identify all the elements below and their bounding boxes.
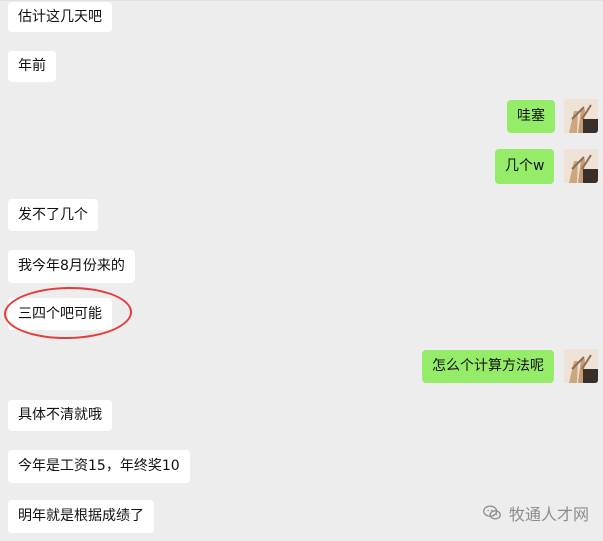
user-avatar[interactable] bbox=[564, 149, 598, 183]
outgoing-message-bubble[interactable]: 怎么个计算方法呢 bbox=[422, 350, 554, 383]
message-text: 明年就是根据成绩了 bbox=[18, 508, 144, 524]
incoming-message-bubble[interactable]: 今年是工资15，年终奖10 bbox=[8, 450, 190, 483]
message-text: 具体不清就哦 bbox=[18, 407, 102, 423]
message-text: 今年是工资15，年终奖10 bbox=[18, 458, 180, 474]
wechat-icon bbox=[483, 505, 501, 520]
incoming-message-bubble[interactable]: 我今年8月份来的 bbox=[8, 250, 135, 283]
incoming-message-bubble[interactable]: 估计这几天吧 bbox=[8, 2, 112, 32]
message-text: 年前 bbox=[18, 58, 46, 74]
avatar-image-icon bbox=[564, 149, 598, 183]
message-text: 三四个吧可能 bbox=[18, 306, 102, 322]
outgoing-message-bubble[interactable]: 哇塞 bbox=[507, 100, 555, 133]
user-avatar[interactable] bbox=[564, 99, 598, 133]
incoming-message-bubble[interactable]: 三四个吧可能 bbox=[8, 298, 112, 330]
user-avatar[interactable] bbox=[564, 349, 598, 383]
watermark-text: 牧通人才网 bbox=[508, 505, 589, 524]
message-text: 我今年8月份来的 bbox=[18, 258, 125, 274]
message-text: 估计这几天吧 bbox=[18, 9, 102, 25]
avatar-image-icon bbox=[564, 349, 598, 383]
incoming-message-bubble[interactable]: 年前 bbox=[8, 51, 56, 82]
outgoing-message-bubble[interactable]: 几个w bbox=[495, 149, 555, 184]
avatar-image-icon bbox=[564, 99, 598, 133]
message-text: 发不了几个 bbox=[18, 207, 88, 223]
top-divider bbox=[0, 0, 603, 1]
incoming-message-bubble[interactable]: 明年就是根据成绩了 bbox=[8, 500, 154, 533]
incoming-message-bubble[interactable]: 具体不清就哦 bbox=[8, 400, 112, 431]
watermark: 牧通人才网 bbox=[481, 501, 589, 525]
message-text: 哇塞 bbox=[517, 108, 545, 124]
message-text: 怎么个计算方法呢 bbox=[432, 358, 544, 374]
message-text: 几个w bbox=[505, 158, 545, 174]
incoming-message-bubble[interactable]: 发不了几个 bbox=[8, 199, 98, 231]
